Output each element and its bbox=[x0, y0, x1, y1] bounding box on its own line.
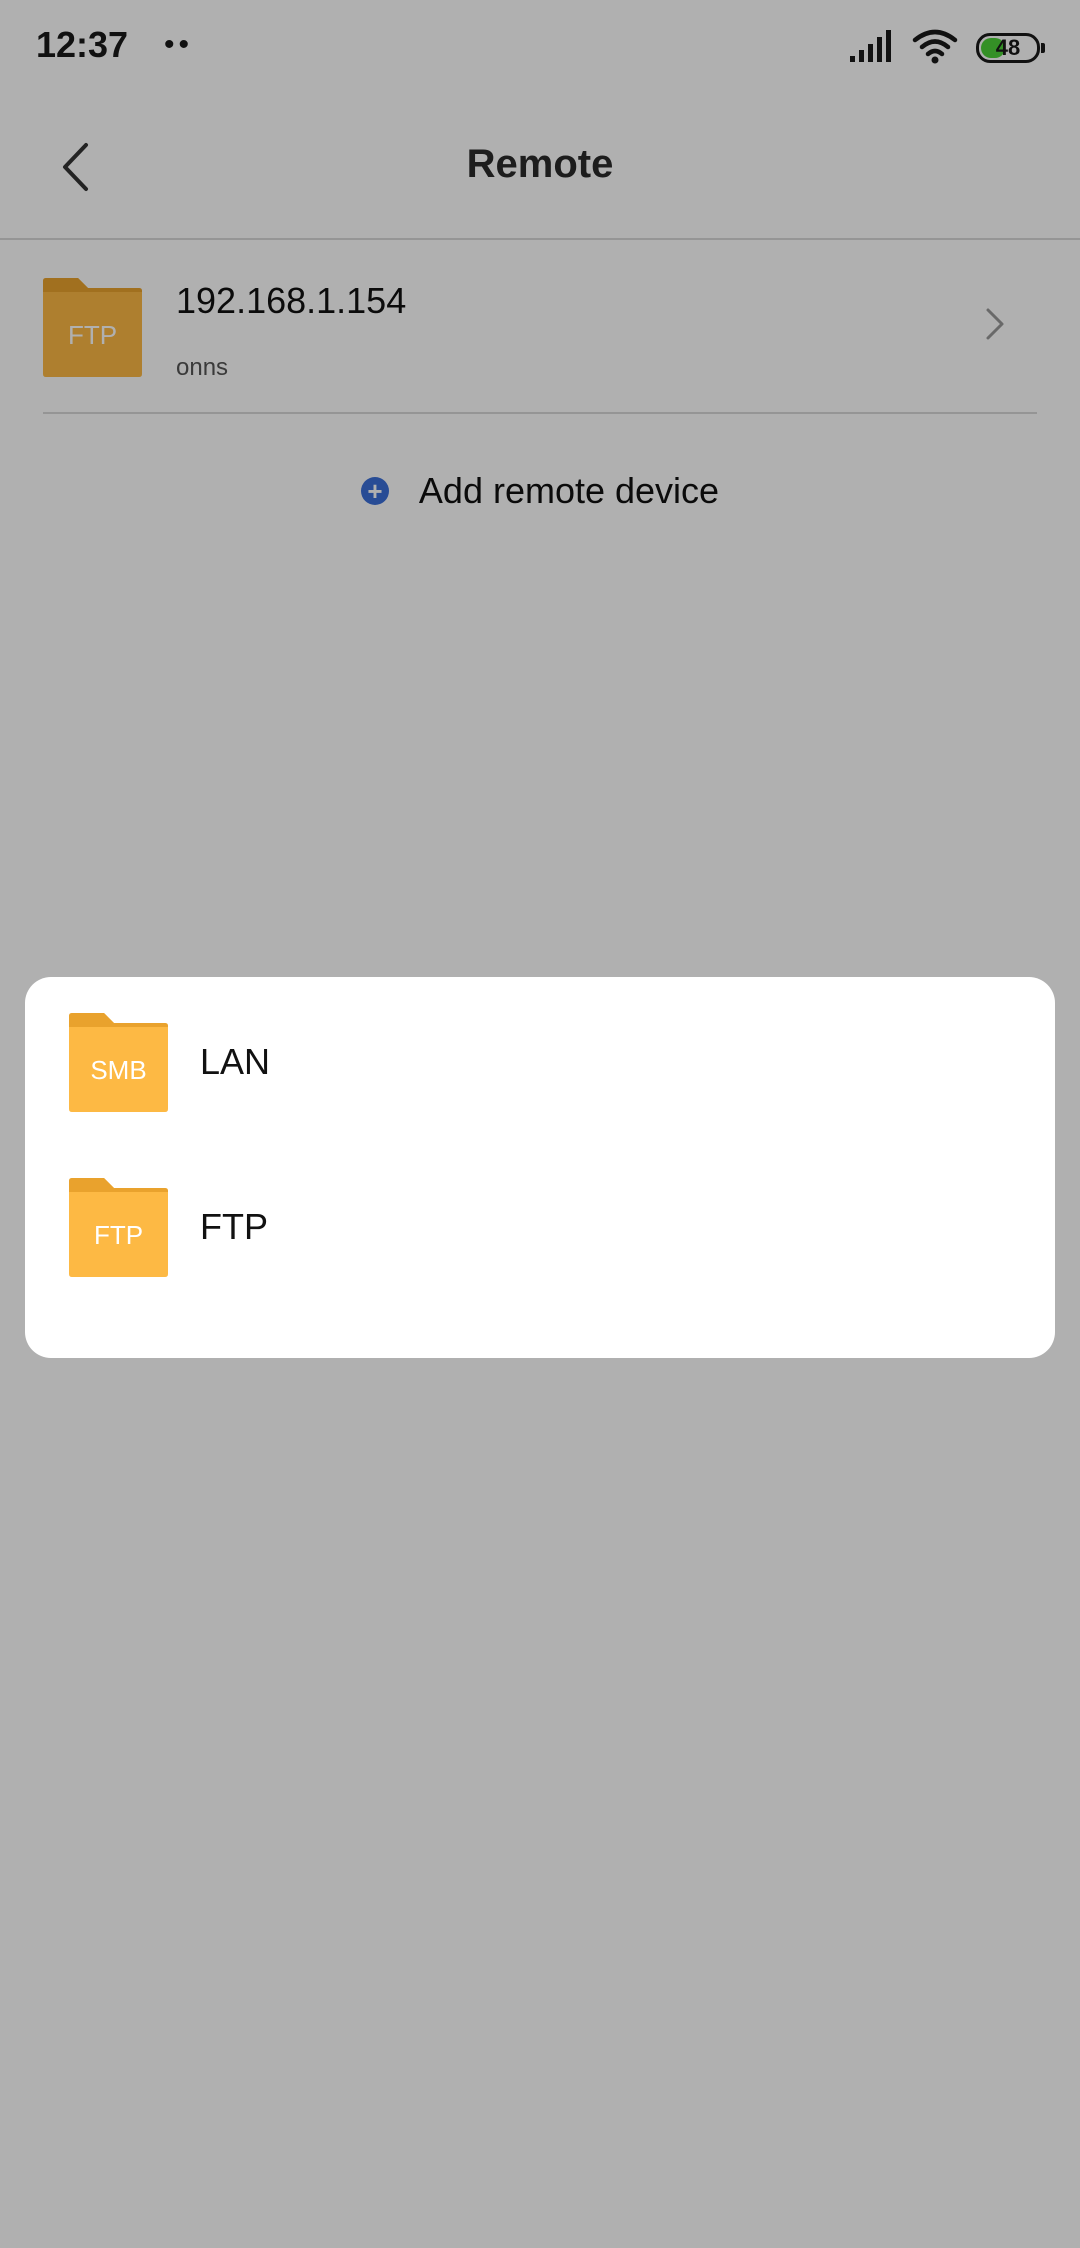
sheet-item-ftp[interactable]: FTP FTP bbox=[25, 1154, 1055, 1304]
sheet-item-lan[interactable]: SMB LAN bbox=[25, 989, 1055, 1139]
sheet-item-label: LAN bbox=[200, 1041, 271, 1082]
ftp-folder-icon: FTP bbox=[69, 1178, 168, 1277]
sheet-item-label: FTP bbox=[200, 1206, 268, 1247]
smb-folder-icon: SMB bbox=[69, 1013, 168, 1112]
folder-badge: SMB bbox=[90, 1055, 147, 1085]
remote-type-sheet: SMB LAN FTP FTP bbox=[25, 977, 1055, 1358]
folder-badge: FTP bbox=[93, 1220, 144, 1250]
